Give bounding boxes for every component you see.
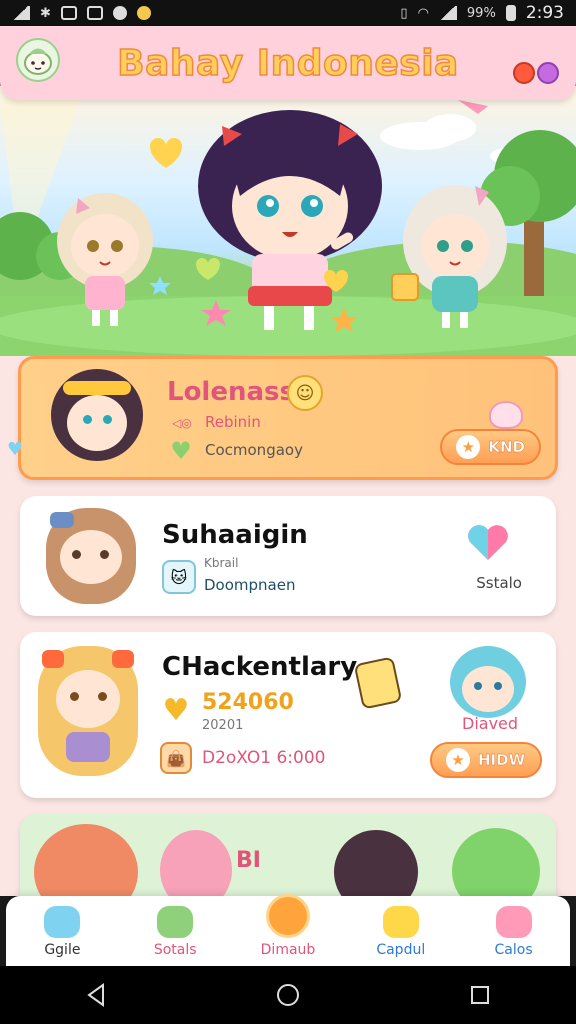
battery-icon xyxy=(505,5,516,21)
nav-label-capdul: Capdul xyxy=(376,942,426,958)
featured-action-label: KND xyxy=(488,438,525,456)
card2-line1: Kbrail xyxy=(204,556,239,570)
card2-title: Suhaaigin xyxy=(162,520,308,550)
cat-icon: 🐱 xyxy=(162,560,196,594)
crown-icon xyxy=(265,894,310,938)
nav-label-sotals: Sotals xyxy=(153,942,197,958)
status-notifications: ✱ xyxy=(12,6,151,21)
wifi-icon: ◠ xyxy=(417,5,429,21)
nav-label-dimaub: Dimaub xyxy=(260,942,316,958)
bunny-sticker-icon xyxy=(489,401,523,429)
rainbow-heart-icon xyxy=(466,522,510,562)
tag-icon: ◁◎ xyxy=(172,416,192,430)
app-logo-icon[interactable] xyxy=(16,38,60,82)
main-content[interactable]: Lolenass ☺ ◁◎ Rebinin ♥ Cocmongaoy ★ KND… xyxy=(0,356,576,896)
nav-item-ggile[interactable]: Ggile xyxy=(12,906,112,958)
card3-side-label: Diaved xyxy=(462,714,519,733)
star-icon: ★ xyxy=(456,435,481,459)
gold-heart-icon: ♥ xyxy=(162,692,190,728)
gift-icon xyxy=(495,906,532,938)
nav-label-ggile: Ggile xyxy=(44,942,81,958)
card3-avatar xyxy=(38,646,138,776)
cat-face-icon xyxy=(382,906,419,938)
home-character-icon xyxy=(44,906,81,938)
game-notification-icon xyxy=(136,6,151,20)
profile-avatars-icon[interactable] xyxy=(510,40,562,84)
app-title: Bahay Indonesia xyxy=(116,42,459,85)
battery-percent: 99% xyxy=(466,5,496,21)
signal-notification-icon xyxy=(12,6,30,20)
star-icon: ★ xyxy=(446,748,470,772)
smiley-sticker-icon: ☺ xyxy=(287,375,323,411)
card2-avatar xyxy=(46,508,136,604)
bag-icon: 👜 xyxy=(160,742,192,774)
system-navigation-bar xyxy=(0,966,576,1024)
card3-stat-line: D2oXO1 6:000 xyxy=(202,748,326,768)
heart-deco-icon: ♥ xyxy=(7,439,24,460)
bottom-navigation: Ggile Sotals Dimaub Capdul Calos xyxy=(6,894,570,966)
recents-icon[interactable] xyxy=(460,975,500,1015)
character-card-chackentlary[interactable]: CHackentlary ♥ 524060 20201 👜 D2oXO1 6:0… xyxy=(20,632,556,798)
clock: 2:93 xyxy=(525,3,564,23)
character-card-group[interactable]: BI xyxy=(20,814,556,896)
hero-illustration xyxy=(0,100,576,356)
card4-avatar-4 xyxy=(452,828,540,896)
card3-stat-big: 524060 xyxy=(202,690,294,715)
app-notification-icon xyxy=(112,6,127,20)
nav-label-calos: Calos xyxy=(494,942,533,958)
image-notification-icon xyxy=(60,6,77,20)
hero-banner xyxy=(0,86,576,356)
card3-action-label: HIDW xyxy=(478,751,526,769)
card4-label: BI xyxy=(236,848,261,873)
card3-title: CHackentlary xyxy=(162,652,358,682)
card3-stat-small: 20201 xyxy=(202,718,244,733)
featured-action-button[interactable]: ★ KND xyxy=(440,429,541,465)
card4-avatar-1 xyxy=(34,824,138,896)
character-card-suhaaigin[interactable]: Suhaaigin 🐱 Kbrail Doompnaen Sstalo xyxy=(20,496,556,616)
card2-side-label: Sstalo xyxy=(476,574,522,592)
mail-notification-icon xyxy=(86,6,103,20)
status-system: ▯ ◠ 99% 2:93 xyxy=(400,3,564,23)
nav-item-sotals[interactable]: Sotals xyxy=(125,906,225,958)
robot-sticker-icon xyxy=(353,656,403,710)
back-icon[interactable] xyxy=(76,975,116,1015)
vibrate-icon: ▯ xyxy=(400,5,408,21)
featured-line2: Cocmongaoy xyxy=(205,441,303,459)
nav-item-dimaub[interactable]: Dimaub xyxy=(238,894,338,958)
status-bar: ✱ ▯ ◠ 99% 2:93 xyxy=(0,0,576,26)
dino-icon xyxy=(157,906,194,938)
card3-action-button[interactable]: ★ HIDW xyxy=(430,742,542,778)
featured-line1: Rebinin xyxy=(205,413,261,431)
heart-icon: ♥ xyxy=(170,437,192,465)
featured-avatar xyxy=(51,369,143,461)
featured-title: Lolenass xyxy=(167,377,295,407)
nav-item-calos[interactable]: Calos xyxy=(464,906,564,958)
bluetooth-icon: ✱ xyxy=(40,5,51,21)
card4-avatar-3 xyxy=(334,830,418,896)
card4-avatar-2 xyxy=(160,830,232,896)
home-icon[interactable] xyxy=(268,975,308,1015)
featured-card[interactable]: Lolenass ☺ ◁◎ Rebinin ♥ Cocmongaoy ★ KND… xyxy=(7,356,558,480)
card3-side-avatar xyxy=(450,646,526,718)
nav-item-capdul[interactable]: Capdul xyxy=(351,906,451,958)
card2-line2: Doompnaen xyxy=(204,576,296,594)
app-header: Bahay Indonesia xyxy=(0,26,576,100)
cell-signal-icon xyxy=(438,6,457,20)
